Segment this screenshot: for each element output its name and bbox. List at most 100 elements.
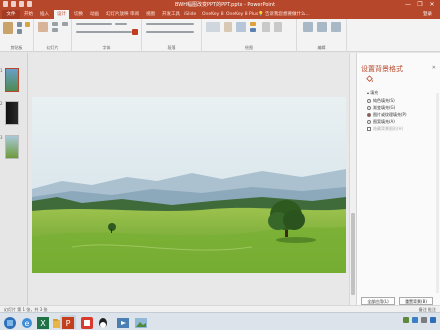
slide-thumb-2[interactable]: [5, 101, 19, 125]
copy-icon[interactable]: [17, 29, 22, 34]
new-slide-icon[interactable]: [38, 22, 48, 32]
layout-icon[interactable]: [52, 22, 58, 26]
restore-button[interactable]: ❐: [414, 0, 426, 10]
radio-button[interactable]: [367, 98, 371, 103]
pattern-fill-option[interactable]: 图案填充(A): [367, 119, 395, 124]
network-icon[interactable]: [412, 317, 418, 323]
reset-background-button[interactable]: 重置背景(B): [399, 297, 433, 305]
shape-fill-icon[interactable]: [250, 22, 256, 26]
text-dir-icon[interactable]: [274, 22, 282, 32]
landscape-background-image: [32, 97, 346, 273]
font-color-icon[interactable]: [132, 29, 138, 35]
quick-styles-icon[interactable]: [236, 22, 246, 32]
paste-icon[interactable]: [3, 22, 13, 34]
thumb-number: 2: [0, 101, 3, 106]
effects-icon[interactable]: [262, 22, 270, 32]
start-icon[interactable]: [3, 315, 17, 329]
ie-icon[interactable]: e: [20, 315, 34, 329]
media-icon[interactable]: [116, 315, 130, 329]
photo-icon[interactable]: [134, 315, 148, 329]
slide-editing-area: [28, 53, 349, 305]
format-painter-icon[interactable]: [25, 22, 30, 27]
powerpoint-icon[interactable]: P: [60, 315, 76, 329]
thumb-number: 3: [0, 135, 3, 140]
list-buttons[interactable]: [146, 23, 194, 25]
group-label: 绘图: [245, 45, 253, 50]
input-method-icon[interactable]: [430, 317, 436, 323]
fill-section-header[interactable]: ▴ 填充: [367, 90, 378, 96]
format-background-pane: 设置背景格式 ✕ ▴ 填充 纯色填充(S) 渐变填充(G) 图片或纹理填充(P)…: [356, 53, 440, 305]
tab-animations[interactable]: 动画: [90, 10, 99, 19]
tab-transitions[interactable]: 切换: [74, 10, 83, 19]
thumb-number: 1: [0, 68, 3, 73]
select-icon[interactable]: [331, 22, 341, 32]
tell-me-box[interactable]: 💡 告诉我您想要做什么...: [258, 11, 310, 18]
tab-file[interactable]: 文件: [2, 10, 20, 19]
font-style-buttons[interactable]: [76, 31, 132, 33]
font-size-box[interactable]: [115, 23, 127, 25]
ribbon: 剪贴板 幻灯片 字体 段落 绘图 编辑: [0, 19, 440, 52]
qq-icon[interactable]: [96, 315, 110, 329]
tab-developer[interactable]: 开发工具: [162, 10, 180, 19]
reset-icon[interactable]: [52, 28, 58, 32]
shape-outline-icon[interactable]: [250, 28, 256, 32]
wps-icon[interactable]: [80, 315, 94, 329]
tab-home[interactable]: 开始: [24, 10, 33, 19]
tab-onekey8plus[interactable]: OneKey 8 Plus: [226, 10, 258, 19]
present-icon[interactable]: [27, 1, 32, 7]
undo-icon[interactable]: [11, 1, 16, 7]
solid-fill-option[interactable]: 纯色填充(S): [367, 98, 395, 103]
svg-text:P: P: [66, 319, 71, 328]
section-icon[interactable]: [62, 22, 68, 26]
redo-icon[interactable]: [19, 1, 24, 7]
shapes-gallery-icon[interactable]: [206, 22, 220, 32]
slide-thumbnail-pane: 1 2 3: [0, 53, 28, 305]
sign-in-link[interactable]: 登录: [423, 10, 432, 19]
apply-to-all-button[interactable]: 全部应用(L): [361, 297, 395, 305]
fill-bucket-icon[interactable]: [365, 75, 374, 84]
hide-background-checkbox[interactable]: 隐藏背景图形(H): [367, 126, 403, 131]
tray-app-icon[interactable]: [403, 317, 409, 323]
system-tray: [403, 317, 436, 327]
font-name-box[interactable]: [76, 23, 112, 25]
close-button[interactable]: ✕: [426, 0, 438, 10]
current-slide[interactable]: [32, 97, 346, 273]
tab-slideshow[interactable]: 幻灯片放映: [106, 10, 129, 19]
group-font: 字体: [72, 19, 142, 52]
align-buttons[interactable]: [146, 31, 194, 33]
minimize-button[interactable]: —: [402, 0, 414, 10]
find-icon[interactable]: [303, 22, 313, 32]
gradient-fill-option[interactable]: 渐变填充(G): [367, 105, 395, 110]
window-title: BWH幅图改变PPT的PPT.pptx - PowerPoint: [175, 2, 275, 8]
volume-icon[interactable]: [421, 317, 427, 323]
close-pane-icon[interactable]: ✕: [432, 65, 436, 71]
replace-icon[interactable]: [317, 22, 327, 32]
save-icon[interactable]: [3, 1, 8, 7]
group-label: 剪贴板: [10, 45, 23, 50]
pane-scrollbar[interactable]: [436, 93, 439, 293]
title-bar: BWH幅图改变PPT的PPT.pptx - PowerPoint — ❐ ✕: [0, 0, 440, 10]
svg-text:e: e: [25, 319, 30, 328]
slide-thumb-1[interactable]: [5, 68, 19, 92]
tab-review[interactable]: 审阅: [130, 10, 139, 19]
svg-text:X: X: [40, 319, 46, 328]
vertical-scrollbar[interactable]: [349, 53, 356, 305]
tab-view[interactable]: 视图: [146, 10, 155, 19]
arrange-icon[interactable]: [224, 22, 232, 32]
group-label: 字体: [102, 45, 111, 50]
radio-button-checked[interactable]: [367, 112, 371, 117]
lightbulb-icon: 💡: [258, 12, 264, 17]
picture-fill-option[interactable]: 图片或纹理填充(P): [367, 112, 407, 117]
scrollbar-thumb[interactable]: [351, 213, 355, 295]
windows-taskbar: e X P: [0, 312, 440, 330]
tab-design[interactable]: 设计: [54, 10, 69, 19]
excel-icon[interactable]: X: [36, 315, 50, 329]
slide-thumb-3[interactable]: [5, 135, 19, 159]
checkbox[interactable]: [367, 126, 371, 131]
tab-islide[interactable]: iSlide: [184, 10, 196, 19]
cut-icon[interactable]: [17, 22, 22, 27]
radio-button[interactable]: [367, 105, 371, 110]
tab-insert[interactable]: 插入: [40, 10, 49, 19]
radio-button[interactable]: [367, 119, 371, 124]
tab-onekey8[interactable]: OneKey 8: [202, 10, 224, 19]
